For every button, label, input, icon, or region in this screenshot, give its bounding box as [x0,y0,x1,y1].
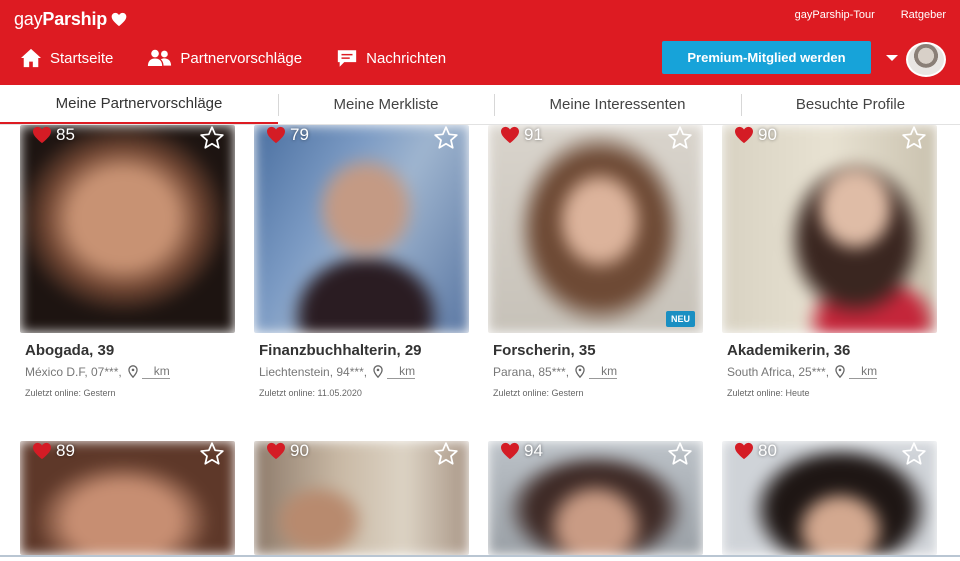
nav-startseite-label: Startseite [50,49,114,67]
match-value: 80 [758,441,777,460]
heart-icon [267,442,285,460]
nav-nachrichten[interactable]: Nachrichten [336,40,446,76]
map-pin-icon [835,365,845,378]
match-value: 90 [290,441,309,460]
profile-card[interactable]: 90 [254,441,469,555]
location-text: Parana, 85***, [493,364,570,379]
match-value: 90 [758,125,777,144]
heart-icon [735,126,753,144]
distance-km[interactable]: km [387,364,416,379]
match-value: 79 [290,125,309,144]
map-pin-icon [127,365,138,378]
heart-icon [501,126,519,144]
profile-photo[interactable]: 79 [254,125,469,333]
location-text: México D.F, 07***, [25,364,122,379]
distance-km[interactable]: km [589,364,618,379]
profile-card[interactable]: 91 NEU Forscherin, 35 Parana, 85***, km … [488,125,703,398]
match-score: 79 [266,125,309,145]
profile-photo[interactable]: 80 [722,441,937,555]
avatar[interactable] [906,42,946,77]
match-value: 85 [56,125,75,144]
profile-photo[interactable]: 94 [488,441,703,555]
profile-title[interactable]: Akademikerin, 36 [727,342,937,359]
star-icon[interactable] [667,441,693,467]
star-icon[interactable] [433,441,459,467]
profile-photo[interactable]: 89 [20,441,235,555]
profile-location: Liechtenstein, 94***, km [259,364,469,379]
location-text: South Africa, 25***, [727,364,830,379]
ratgeber-link[interactable]: Ratgeber [901,9,946,21]
heart-icon [33,442,51,460]
profile-title[interactable]: Abogada, 39 [25,342,235,359]
match-score: 80 [734,441,777,461]
profile-card[interactable]: 94 [488,441,703,555]
star-icon[interactable] [433,125,459,151]
heart-logo-icon [111,12,127,27]
match-score: 91 [500,125,543,145]
nav-partnervorschlaege[interactable]: Partnervorschläge [147,40,302,76]
top-header-bar: gay Parship gayParship-Tour Ratgeber Star… [0,0,960,85]
distance-km[interactable]: km [141,364,170,379]
people-icon [148,49,172,67]
logo-main: Parship [42,9,108,29]
star-icon[interactable] [199,441,225,467]
profile-location: South Africa, 25***, km [727,364,937,379]
logo-prefix: gay [14,9,43,29]
profile-photo[interactable]: 85 [20,125,235,333]
tab-meine-interessenten[interactable]: Meine Interessenten [494,85,741,124]
nav-nachrichten-label: Nachrichten [366,49,447,67]
star-icon[interactable] [901,441,927,467]
profile-location: México D.F, 07***, km [25,364,235,379]
profile-card[interactable]: 90 Akademikerin, 36 South Africa, 25***,… [722,125,937,398]
new-badge: NEU [665,311,695,327]
location-text: Liechtenstein, 94***, [259,364,368,379]
profile-title[interactable]: Forscherin, 35 [493,342,703,359]
nav-partnervorschlaege-label: Partnervorschläge [180,49,303,67]
profile-location: Parana, 85***, km [493,364,703,379]
last-online: Zuletzt online: Heute [727,388,810,398]
match-value: 94 [524,441,543,460]
last-online: Zuletzt online: 11.05.2020 [259,388,362,398]
heart-icon [267,126,285,144]
premium-button[interactable]: Premium-Mitglied werden [662,41,871,74]
profile-photo[interactable]: 90 [722,125,937,333]
last-online: Zuletzt online: Gestern [25,388,116,398]
profile-photo[interactable]: 91 NEU [488,125,703,333]
match-score: 90 [734,125,777,145]
distance-km[interactable]: km [849,364,878,379]
logo[interactable]: gay Parship [14,9,127,30]
match-value: 91 [524,125,543,144]
profile-card[interactable]: 79 Finanzbuchhalterin, 29 Liechtenstein,… [254,125,469,398]
match-value: 89 [56,441,75,460]
last-online: Zuletzt online: Gestern [493,388,584,398]
bottom-divider [0,555,960,557]
tab-meine-merkliste[interactable]: Meine Merkliste [278,85,494,124]
match-score: 94 [500,441,543,461]
tab-besuchte-profile[interactable]: Besuchte Profile [741,85,960,124]
chevron-down-icon[interactable] [886,55,898,61]
heart-icon [33,126,51,144]
star-icon[interactable] [667,125,693,151]
map-pin-icon [575,365,585,378]
profile-title[interactable]: Finanzbuchhalterin, 29 [259,342,469,359]
tour-link[interactable]: gayParship-Tour [795,9,875,21]
profile-card[interactable]: 89 [20,441,235,555]
home-icon [21,48,41,68]
star-icon[interactable] [199,125,225,151]
chat-bubble-icon [337,49,357,67]
match-score: 90 [266,441,309,461]
map-pin-icon [373,365,383,378]
heart-icon [501,442,519,460]
sub-navigation: Meine Partnervorschläge Meine Merkliste … [0,85,960,125]
tab-meine-partnervorschlaege[interactable]: Meine Partnervorschläge [0,85,278,124]
match-score: 85 [32,125,75,145]
star-icon[interactable] [901,125,927,151]
heart-icon [735,442,753,460]
profile-photo[interactable]: 90 [254,441,469,555]
main-nav: Startseite Partnervorschläge Nachrichten [0,40,460,76]
profile-card[interactable]: 85 Abogada, 39 México D.F, 07***, km Zul… [20,125,235,398]
profile-card[interactable]: 80 [722,441,937,555]
nav-startseite[interactable]: Startseite [20,40,113,76]
match-score: 89 [32,441,75,461]
